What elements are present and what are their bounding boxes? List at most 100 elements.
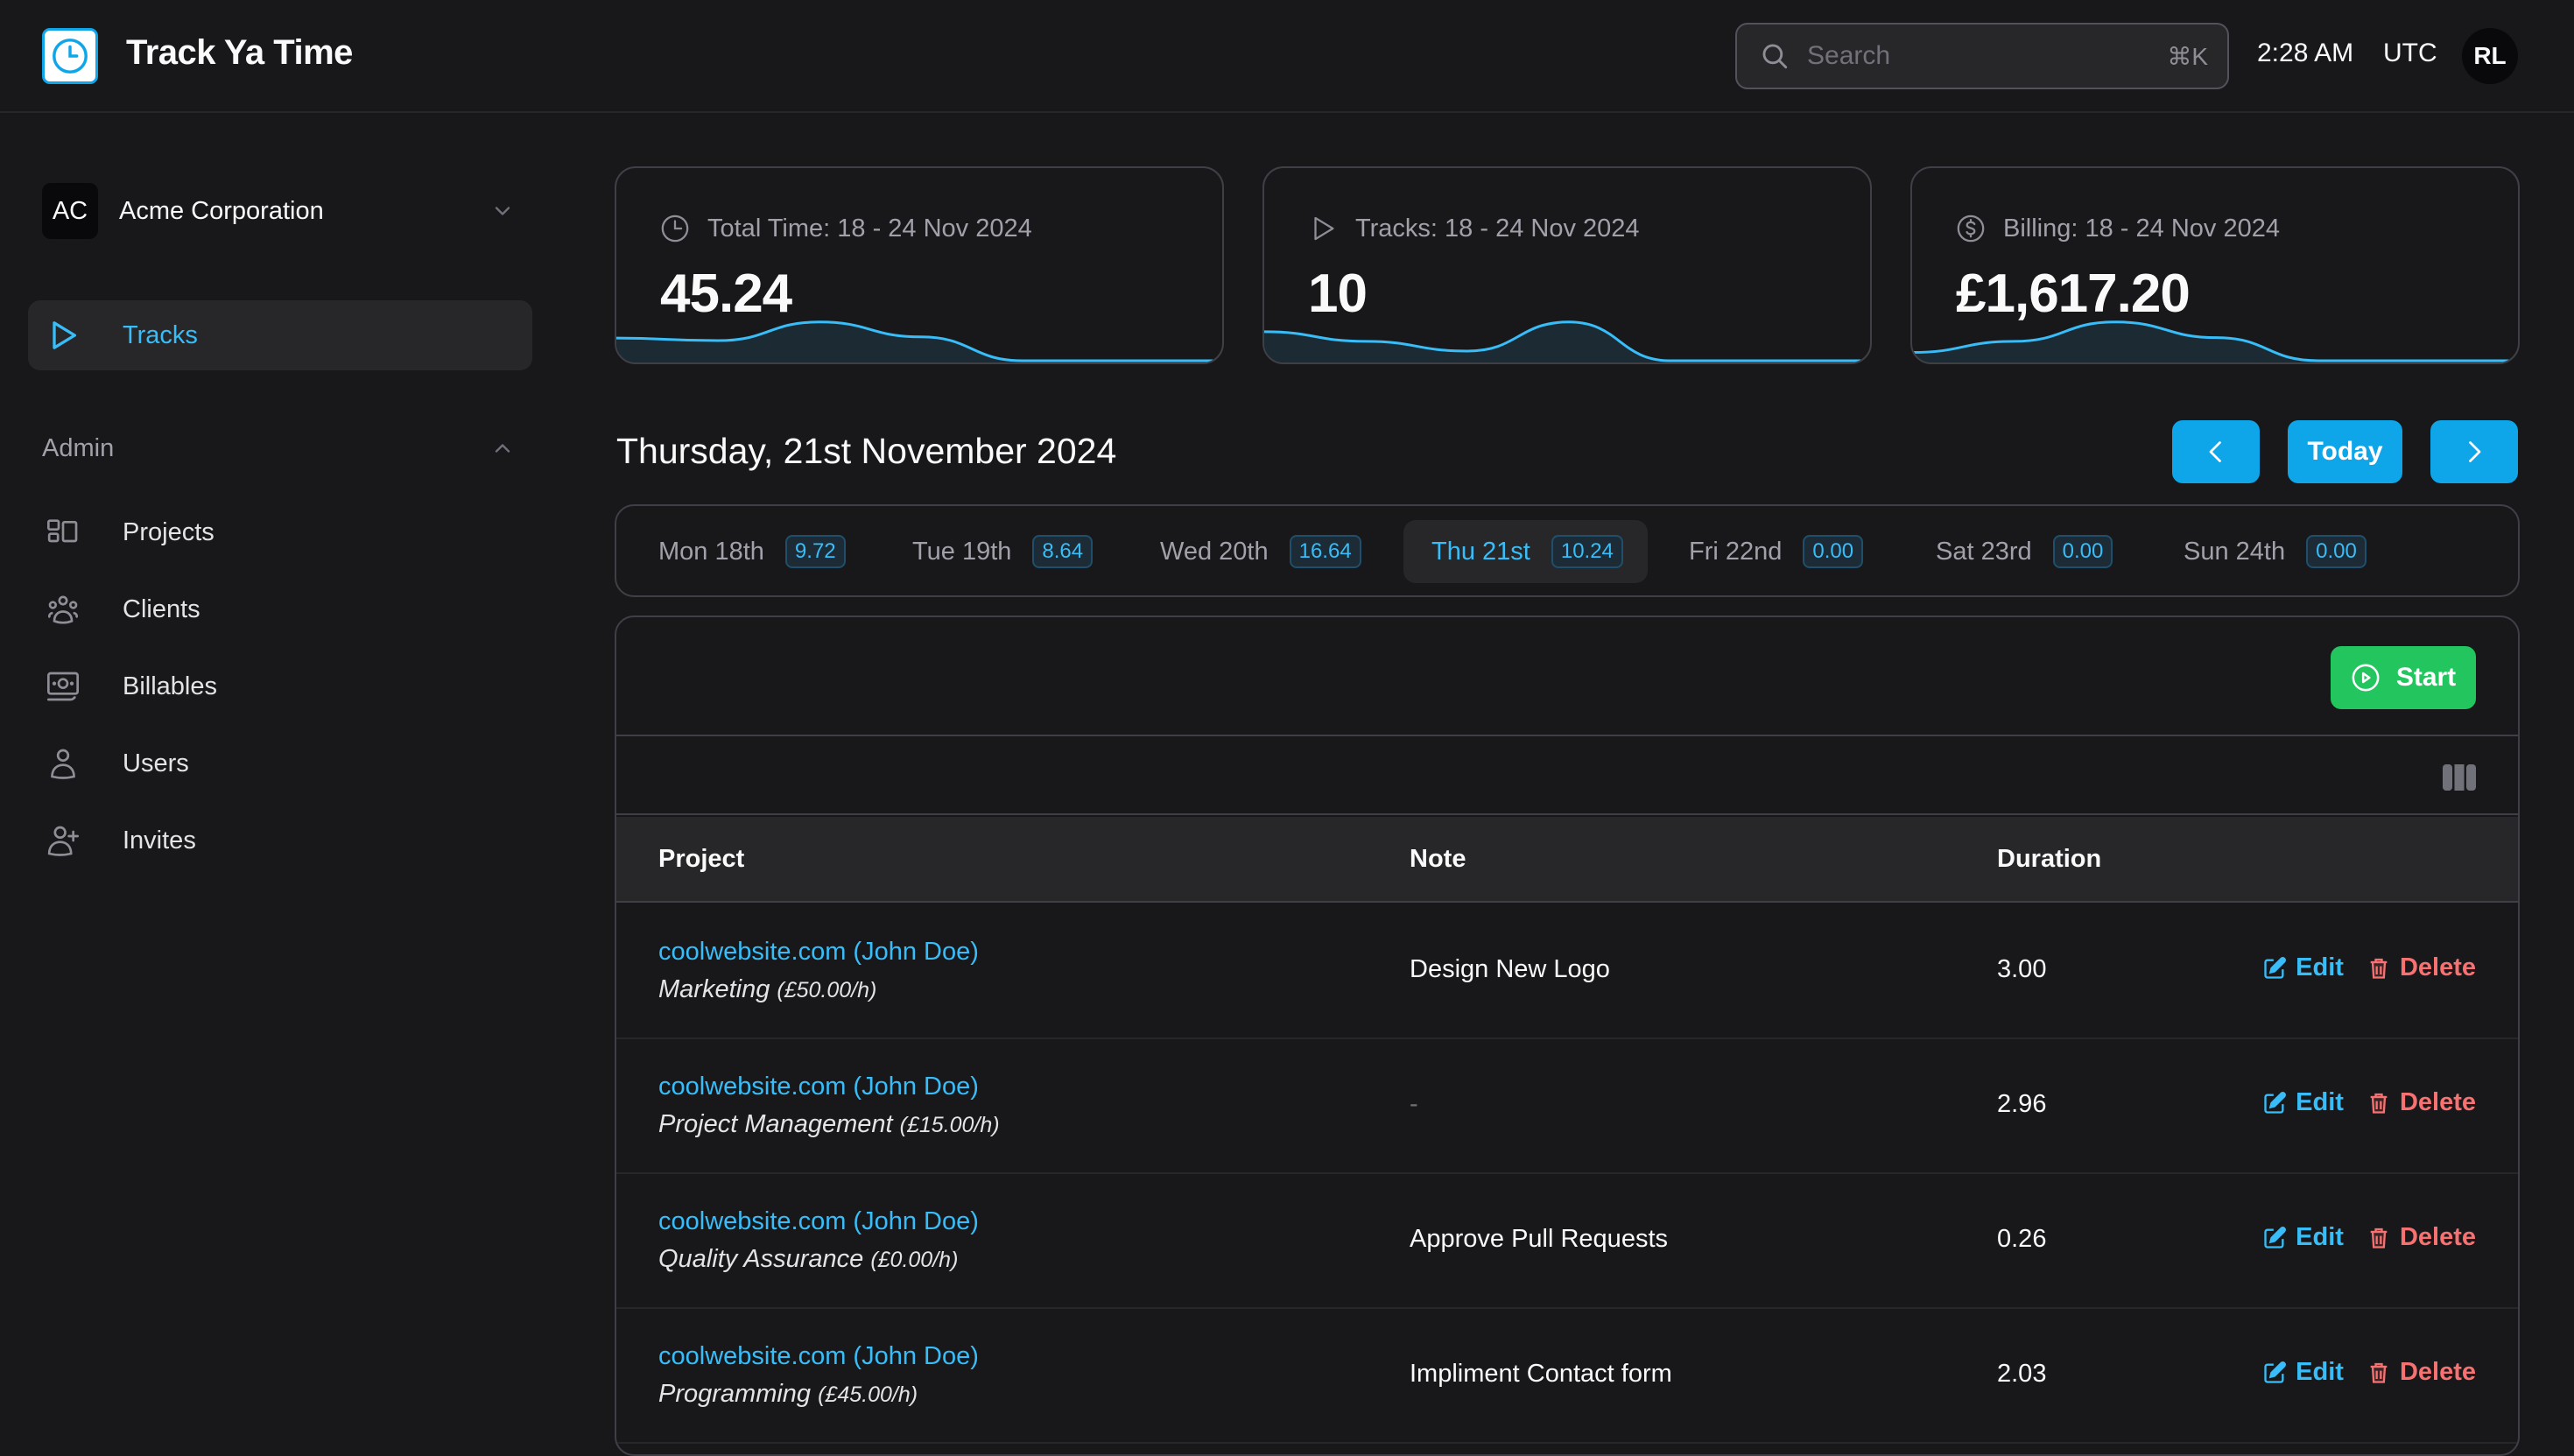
- delete-button[interactable]: Delete: [2367, 1223, 2476, 1252]
- day-tab-sun[interactable]: Sun 24th 0.00: [2141, 520, 2391, 583]
- delete-label: Delete: [2399, 953, 2476, 981]
- day-tab-thu[interactable]: Thu 21st 10.24: [1403, 520, 1648, 583]
- edit-icon: [2264, 1361, 2287, 1383]
- edit-button[interactable]: Edit: [2262, 953, 2344, 982]
- sidebar-item-label: Billables: [123, 672, 217, 700]
- task-name: Quality Assurance (£0.00/h): [658, 1245, 979, 1274]
- day-tab-mon[interactable]: Mon 18th 9.72: [616, 520, 870, 583]
- edit-icon: [2264, 956, 2287, 979]
- column-header-note[interactable]: Note: [1410, 845, 1466, 874]
- project-link[interactable]: coolwebsite.com (John Doe): [658, 1073, 1000, 1101]
- delete-label: Delete: [2399, 1358, 2476, 1386]
- project-link[interactable]: coolwebsite.com (John Doe): [658, 938, 979, 967]
- delete-label: Delete: [2399, 1223, 2476, 1251]
- duration-cell: 3.00: [1997, 955, 2047, 983]
- billables-icon: [47, 672, 79, 701]
- sidebar-item-label: Clients: [123, 594, 200, 623]
- delete-button[interactable]: Delete: [2367, 1088, 2476, 1117]
- sidebar-item-tracks[interactable]: Tracks: [28, 300, 532, 370]
- row-actions: Edit Delete: [2262, 1223, 2476, 1252]
- task-label: Project Management: [658, 1110, 893, 1138]
- delete-button[interactable]: Delete: [2367, 953, 2476, 982]
- stat-card-tracks: Tracks: 18 - 24 Nov 2024 10: [1262, 166, 1872, 364]
- task-rate: (£45.00/h): [818, 1382, 918, 1407]
- start-timer-button[interactable]: Start: [2331, 646, 2476, 709]
- clock-icon: [661, 215, 689, 243]
- day-tab-tue[interactable]: Tue 19th 8.64: [870, 520, 1117, 583]
- trash-icon: [2370, 1227, 2388, 1249]
- sparkline-area: [616, 321, 1222, 362]
- edit-button[interactable]: Edit: [2262, 1223, 2344, 1252]
- user-avatar[interactable]: RL: [2462, 28, 2518, 84]
- edit-button[interactable]: Edit: [2262, 1358, 2344, 1387]
- projects-icon: [47, 519, 78, 543]
- duration-cell: 2.03: [1997, 1360, 2047, 1388]
- sidebar-item-projects[interactable]: Projects: [28, 497, 532, 567]
- task-label: Programming: [658, 1380, 812, 1408]
- day-label: Tue 19th: [912, 537, 1012, 566]
- org-switcher[interactable]: AC Acme Corporation: [42, 182, 515, 240]
- edit-label: Edit: [2296, 953, 2344, 981]
- task-name: Programming (£45.00/h): [658, 1380, 979, 1409]
- edit-button[interactable]: Edit: [2262, 1088, 2344, 1117]
- duration-cell: 2.96: [1997, 1090, 2047, 1118]
- selected-date-heading: Thursday, 21st November 2024: [616, 431, 1117, 471]
- edit-icon: [2264, 1091, 2287, 1114]
- table-row: coolwebsite.com (John Doe) Programming (£…: [616, 1309, 2518, 1444]
- timezone-label[interactable]: UTC: [2383, 39, 2437, 68]
- trash-icon: [2370, 958, 2388, 979]
- delete-button[interactable]: Delete: [2367, 1358, 2476, 1387]
- table-row: coolwebsite.com (John Doe) Marketing (£50…: [616, 904, 2518, 1039]
- app-title: Track Ya Time: [126, 33, 353, 72]
- search-input[interactable]: Search ⌘K: [1735, 23, 2229, 89]
- sparkline-total-time: [616, 320, 1222, 362]
- day-tab-wed[interactable]: Wed 20th 16.64: [1118, 520, 1386, 583]
- task-label: Marketing: [658, 975, 770, 1003]
- stat-card-billing: Billing: 18 - 24 Nov 2024 £1,617.20: [1910, 166, 2520, 364]
- stat-label: Tracks: 18 - 24 Nov 2024: [1355, 214, 1640, 243]
- chevron-right-icon: [2469, 441, 2481, 462]
- table-header-row: Project Note Duration: [616, 817, 2518, 903]
- sidebar-item-label: Users: [123, 749, 189, 777]
- stat-card-total-time: Total Time: 18 - 24 Nov 2024 45.24: [615, 166, 1224, 364]
- user-icon: [51, 749, 75, 779]
- sidebar-item-label: Tracks: [123, 320, 198, 349]
- note-cell: Approve Pull Requests: [1410, 1225, 1668, 1253]
- day-label: Wed 20th: [1160, 537, 1269, 566]
- day-hours-badge: 0.00: [2306, 535, 2367, 568]
- table-actions-bar: Start: [616, 617, 2518, 736]
- sidebar-item-label: Invites: [123, 826, 196, 855]
- previous-day-button[interactable]: [2172, 420, 2260, 483]
- project-link[interactable]: coolwebsite.com (John Doe): [658, 1342, 979, 1371]
- column-header-project[interactable]: Project: [658, 845, 744, 874]
- day-tab-fri[interactable]: Fri 22nd 0.00: [1647, 520, 1888, 583]
- columns-icon[interactable]: [2443, 764, 2476, 791]
- table-row: coolwebsite.com (John Doe) Project Manage…: [616, 1039, 2518, 1174]
- sparkline-billing: [1912, 320, 2518, 362]
- play-icon: [53, 321, 77, 349]
- column-header-duration[interactable]: Duration: [1997, 845, 2101, 874]
- day-tab-sat[interactable]: Sat 23rd 0.00: [1894, 520, 2137, 583]
- note-cell: -: [1410, 1090, 1418, 1118]
- day-hours-badge: 0.00: [1803, 535, 1864, 568]
- app-logo[interactable]: [42, 28, 98, 84]
- sidebar-item-invites[interactable]: Invites: [28, 805, 532, 876]
- sidebar-item-clients[interactable]: Clients: [28, 574, 532, 644]
- project-cell: coolwebsite.com (John Doe) Marketing (£50…: [658, 938, 979, 1004]
- stat-label: Billing: 18 - 24 Nov 2024: [2003, 214, 2280, 243]
- today-button[interactable]: Today: [2288, 420, 2402, 483]
- org-name: Acme Corporation: [119, 196, 324, 225]
- current-time: 2:28 AM: [2257, 39, 2354, 67]
- next-day-button[interactable]: [2430, 420, 2518, 483]
- day-hours-badge: 16.64: [1289, 535, 1361, 568]
- trash-icon: [2370, 1362, 2388, 1383]
- admin-section-toggle[interactable]: Admin: [42, 429, 515, 468]
- sidebar-item-users[interactable]: Users: [28, 728, 532, 798]
- day-hours-badge: 0.00: [2052, 535, 2113, 568]
- start-label: Start: [2395, 663, 2457, 692]
- day-tabs: Mon 18th 9.72 Tue 19th 8.64 Wed 20th 16.…: [615, 504, 2520, 597]
- search-shortcut: ⌘K: [2167, 42, 2208, 70]
- row-actions: Edit Delete: [2262, 953, 2476, 982]
- project-link[interactable]: coolwebsite.com (John Doe): [658, 1207, 979, 1236]
- sidebar-item-billables[interactable]: Billables: [28, 651, 532, 721]
